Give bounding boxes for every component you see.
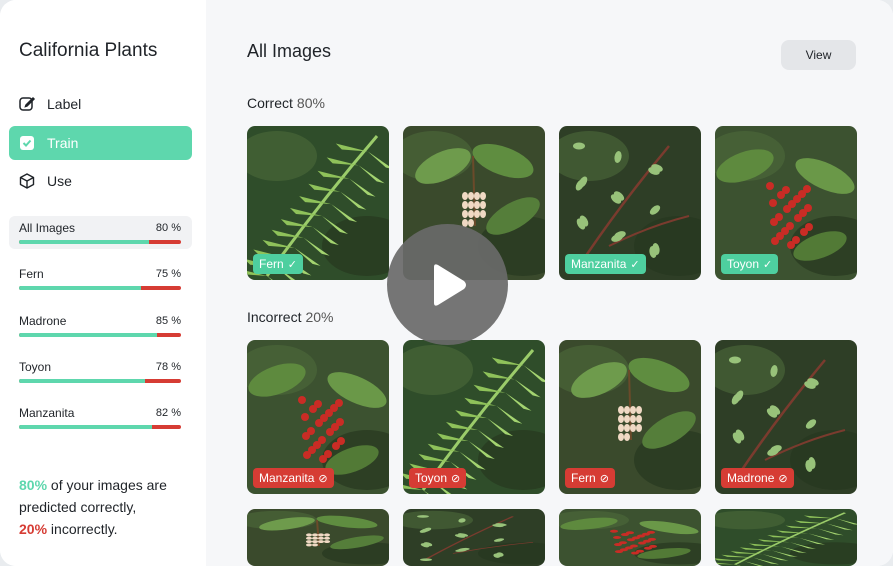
nav-use[interactable]: Use: [9, 164, 192, 198]
page-title: All Images: [247, 41, 332, 61]
image-tile-manzanita[interactable]: Madrone ⊘: [715, 340, 857, 494]
prediction-badge: Toyon ⊘: [409, 468, 467, 488]
check-icon: ✓: [763, 258, 773, 271]
stat-name: Manzanita: [19, 406, 75, 420]
block-icon: ⊘: [599, 472, 609, 485]
prediction-badge: Madrone ⊘: [721, 468, 794, 488]
correct-section-pct: 80%: [296, 95, 325, 111]
image-tile-fern[interactable]: Toyon ⊘: [403, 340, 545, 494]
stat-pct: 85 %: [155, 315, 181, 327]
prediction-label: Madrone: [727, 471, 775, 485]
stat-name: Madrone: [19, 314, 67, 328]
stat-toyon[interactable]: Toyon 78 %: [9, 355, 192, 388]
manzanita-photo: [403, 509, 545, 566]
cube-icon: [18, 172, 36, 190]
prediction-badge: Fern ⊘: [565, 468, 615, 488]
pencil-icon: [18, 95, 36, 113]
toyon-photo: [559, 509, 701, 566]
stat-name: All Images: [19, 221, 76, 235]
prediction-badge: Fern ✓: [253, 254, 303, 274]
prediction-label: Toyon: [415, 471, 448, 485]
main-panel: All Images View Correct 80% Incorrect 20% …: [206, 0, 893, 566]
play-icon: [433, 263, 466, 306]
block-icon: ⊘: [451, 472, 461, 485]
image-tile-manzanita[interactable]: Manzanita ✓: [559, 126, 701, 280]
nav-train-text: Train: [47, 135, 79, 151]
stat-pct: 78 %: [155, 361, 181, 373]
fern-photo: [715, 509, 857, 566]
app-title: California Plants: [19, 40, 158, 61]
prediction-label: Fern: [571, 471, 596, 485]
prediction-badge: Manzanita ✓: [565, 254, 646, 274]
prediction-label: Manzanita: [259, 471, 315, 485]
image-tile-toyon[interactable]: Toyon ✓: [715, 126, 857, 280]
image-tile-fern[interactable]: [715, 509, 857, 566]
incorrect-pct: 20%: [19, 521, 48, 537]
prediction-label: Toyon: [727, 257, 760, 271]
accuracy-bar: [19, 333, 181, 337]
checkbox-icon: [18, 134, 36, 152]
stat-pct: 80 %: [155, 222, 181, 234]
stat-manzanita[interactable]: Manzanita 82 %: [9, 401, 192, 434]
correct-label: Correct: [247, 95, 293, 111]
image-tile-toyon[interactable]: Manzanita ⊘: [247, 340, 389, 494]
accuracy-bar: [19, 286, 181, 290]
block-icon: ⊘: [318, 472, 328, 485]
accuracy-bar: [19, 379, 181, 383]
check-icon: ✓: [630, 258, 640, 271]
play-button[interactable]: [387, 224, 508, 345]
stat-name: Toyon: [19, 360, 52, 374]
check-icon: ✓: [287, 258, 297, 271]
prediction-label: Manzanita: [571, 257, 627, 271]
image-tile-fern[interactable]: Fern ✓: [247, 126, 389, 280]
incorrect-section-pct: 20%: [305, 309, 334, 325]
app-window: California Plants Label Train Use All Im…: [0, 0, 893, 566]
prediction-label: Fern: [259, 257, 284, 271]
nav-label-text: Label: [47, 96, 82, 112]
stat-madrone[interactable]: Madrone 85 %: [9, 309, 192, 342]
image-tile-manzanita[interactable]: [403, 509, 545, 566]
prediction-badge: Toyon ✓: [721, 254, 779, 274]
accuracy-bar: [19, 240, 181, 244]
image-tile-toyon[interactable]: [559, 509, 701, 566]
stat-fern[interactable]: Fern 75 %: [9, 262, 192, 295]
view-button[interactable]: View: [781, 40, 856, 70]
nav-label[interactable]: Label: [9, 87, 192, 121]
block-icon: ⊘: [778, 472, 788, 485]
sidebar: California Plants Label Train Use All Im…: [0, 0, 206, 566]
stat-name: Fern: [19, 267, 44, 281]
stat-pct: 82 %: [155, 407, 181, 419]
stat-all-images[interactable]: All Images 80 %: [9, 216, 192, 249]
accuracy-summary: 80% of your images are predicted correct…: [19, 474, 199, 540]
incorrect-label: Incorrect: [247, 309, 302, 325]
image-tile-madrone[interactable]: Fern ⊘: [559, 340, 701, 494]
stat-pct: 75 %: [155, 268, 181, 280]
nav-use-text: Use: [47, 173, 72, 189]
accuracy-bar: [19, 425, 181, 429]
image-tile-madrone[interactable]: [247, 509, 389, 566]
nav-train[interactable]: Train: [9, 126, 192, 160]
correct-section-label: Correct 80%: [247, 95, 325, 111]
correct-pct: 80%: [19, 477, 48, 493]
incorrect-section-label: Incorrect 20%: [247, 309, 334, 325]
incorrect-text: incorrectly.: [47, 521, 118, 537]
prediction-badge: Manzanita ⊘: [253, 468, 334, 488]
madrone-photo: [247, 509, 389, 566]
